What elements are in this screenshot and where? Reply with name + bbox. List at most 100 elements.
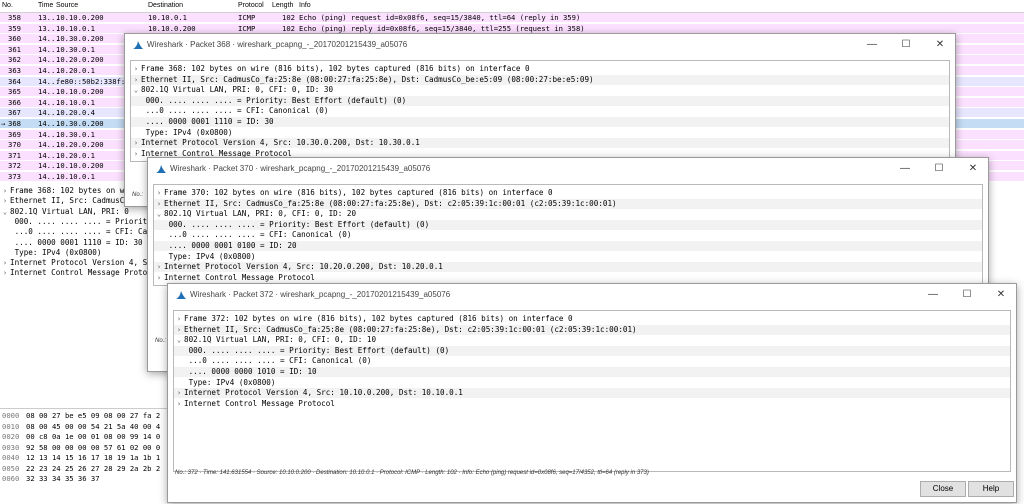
detail-line[interactable]: ...0 .... .... .... = CFI: Ca — [0, 227, 148, 237]
detail-line[interactable]: .... 0000 0000 1010 = ID: 10 — [174, 367, 1010, 377]
detail-line[interactable]: 000. .... .... .... = Priority: Best Eff… — [131, 95, 949, 106]
expand-arrow-icon[interactable]: › — [131, 75, 141, 85]
collapse-arrow-icon[interactable]: ⌄ — [174, 335, 184, 345]
col-time[interactable]: Time — [38, 2, 53, 9]
byte-offset: 0020 — [2, 432, 20, 441]
close-icon[interactable]: ✕ — [994, 288, 1008, 302]
expand-arrow-icon[interactable]: › — [131, 138, 141, 148]
detail-line[interactable]: › Ethernet II, Src: CadmusCo_fa:25:8e (08… — [154, 198, 982, 209]
detail-line[interactable]: Type: IPv4 (0x0800) — [131, 128, 949, 138]
col-protocol[interactable]: Protocol — [238, 2, 264, 9]
detail-line[interactable]: › Internet Control Message Protoc — [0, 268, 152, 278]
minimize-icon[interactable]: — — [898, 162, 912, 176]
detail-line[interactable]: › Ethernet II, Src: CadmusCo_ — [0, 196, 134, 206]
detail-text: ...0 .... .... .... = CFI: Canonical (0) — [164, 230, 352, 240]
byte-hex[interactable]: 00 c8 0a 1e 00 01 08 00 99 14 0 — [26, 432, 160, 441]
packet-cell-src: 10.30.0.200 — [56, 34, 104, 44]
detail-line[interactable]: › Internet Control Message Protocol — [174, 399, 1010, 409]
packet-cell-proto: ICMP — [238, 23, 256, 33]
detail-line[interactable]: › Internet Protocol Version 4, Src: 10.20… — [154, 262, 982, 273]
detail-line[interactable]: 000. .... .... .... = Priorit — [0, 217, 148, 227]
detail-line[interactable]: › Frame 368: 102 bytes on wire — [0, 186, 138, 196]
byte-hex[interactable]: 32 33 34 35 36 37 — [26, 474, 100, 483]
maximize-icon[interactable]: ☐ — [960, 288, 974, 302]
expand-arrow-icon[interactable]: › — [0, 186, 10, 196]
status-line: No.: — [155, 338, 167, 344]
detail-line[interactable]: ...0 .... .... .... = CFI: Canonical (0) — [131, 106, 949, 116]
title-bar[interactable]: Wireshark · Packet 368 · wireshark_pcapn… — [125, 34, 955, 56]
collapse-arrow-icon[interactable]: ⌄ — [0, 207, 10, 217]
close-button[interactable]: Close — [920, 481, 966, 497]
packet-cell-src: 10.10.0.200 — [56, 161, 104, 171]
detail-line[interactable]: 000. .... .... .... = Priority: Best Eff… — [174, 345, 1010, 356]
expand-arrow-icon[interactable]: › — [0, 258, 10, 268]
detail-line[interactable]: › Internet Protocol Version 4, Src: 10.10… — [174, 388, 1010, 399]
expand-arrow-icon[interactable]: › — [174, 325, 184, 335]
detail-line[interactable]: › Frame 370: 102 bytes on wire (816 bits)… — [154, 188, 982, 198]
packet-cell-src: 10.20.0.1 — [56, 150, 95, 160]
help-button[interactable]: Help — [968, 481, 1014, 497]
col-info[interactable]: Info — [299, 2, 311, 9]
packet-cell-src: 10.20.0.200 — [56, 140, 104, 150]
detail-line[interactable]: ...0 .... .... .... = CFI: Canonical (0) — [174, 356, 1010, 366]
title-bar[interactable]: Wireshark · Packet 370 · wireshark_pcapn… — [148, 158, 988, 180]
detail-line[interactable]: › Internet Control Message Protocol — [154, 273, 982, 283]
detail-line[interactable]: › Internet Protocol Version 4, Src: 10.30… — [131, 138, 949, 149]
detail-line[interactable]: ⌄ 802.1Q Virtual LAN, PRI: 0, CFI: 0, ID:… — [174, 335, 1010, 345]
detail-line[interactable]: Type: IPv4 (0x0800) — [0, 248, 102, 258]
detail-line[interactable]: › Frame 372: 102 bytes on wire (816 bits)… — [174, 314, 1010, 324]
detail-line[interactable]: .... 0000 0001 1110 = ID: 30 — [0, 238, 143, 248]
title-bar[interactable]: Wireshark · Packet 372 · wireshark_pcapn… — [168, 284, 1016, 306]
byte-hex[interactable]: 92 58 00 00 00 00 57 61 02 00 0 — [26, 443, 160, 452]
expand-arrow-icon[interactable]: › — [174, 314, 184, 324]
detail-line[interactable]: .... 0000 0001 0100 = ID: 20 — [154, 241, 982, 251]
maximize-icon[interactable]: ☐ — [932, 162, 946, 176]
detail-line[interactable]: ⌄ 802.1Q Virtual LAN, PRI: 0, CFI: 0, ID:… — [154, 209, 982, 219]
expand-arrow-icon[interactable]: › — [154, 199, 164, 209]
byte-hex[interactable]: 12 13 14 15 16 17 18 19 1a 1b 1 — [26, 453, 160, 462]
byte-hex[interactable]: 22 23 24 25 26 27 28 29 2a 2b 2 — [26, 464, 160, 473]
detail-text: Type: IPv4 (0x0800) — [141, 127, 233, 137]
expand-arrow-icon[interactable]: › — [131, 149, 141, 159]
detail-line[interactable]: › Ethernet II, Src: CadmusCo_fa:25:8e (08… — [174, 324, 1010, 335]
detail-line[interactable]: .... 0000 0001 1110 = ID: 30 — [131, 117, 949, 127]
detail-line[interactable]: Type: IPv4 (0x0800) — [154, 252, 982, 262]
detail-line[interactable]: ...0 .... .... .... = CFI: Canonical (0) — [154, 230, 982, 240]
detail-line[interactable]: ⌄ 802.1Q Virtual LAN, PRI: 0, CFI: 0, ID:… — [131, 85, 949, 95]
close-icon[interactable]: ✕ — [933, 38, 947, 52]
detail-text: .... 0000 0001 0100 = ID: 20 — [164, 241, 297, 250]
col-length[interactable]: Length — [272, 2, 293, 9]
minimize-icon[interactable]: — — [865, 38, 879, 52]
detail-line[interactable]: › Internet Protocol Version 4, Sr — [0, 258, 152, 268]
col-source[interactable]: Source — [56, 2, 78, 9]
expand-arrow-icon[interactable]: › — [0, 268, 10, 278]
close-icon[interactable]: ✕ — [966, 162, 980, 176]
col-no[interactable]: No. — [2, 2, 13, 9]
expand-arrow-icon[interactable]: › — [154, 188, 164, 198]
collapse-arrow-icon[interactable]: ⌄ — [154, 209, 164, 219]
byte-hex[interactable]: 08 00 45 00 00 54 21 5a 40 00 4 — [26, 422, 160, 431]
maximize-icon[interactable]: ☐ — [899, 38, 913, 52]
expand-arrow-icon[interactable]: › — [174, 388, 184, 398]
detail-text: .... 0000 0001 1110 = ID: 30 — [141, 117, 274, 126]
detail-line[interactable]: Type: IPv4 (0x0800) — [174, 378, 1010, 388]
packet-row[interactable]: 359 13... 10.10.0.1 10.10.0.200 ICMP 102 Echo … — [0, 23, 1024, 33]
expand-arrow-icon[interactable]: › — [0, 196, 10, 206]
expand-arrow-icon[interactable]: › — [131, 64, 141, 74]
collapse-arrow-icon[interactable]: ⌄ — [131, 85, 141, 95]
byte-hex[interactable]: 08 00 27 be e5 09 08 00 27 fa 2 — [26, 411, 160, 420]
expand-arrow-icon[interactable]: › — [154, 273, 164, 283]
minimize-icon[interactable]: — — [926, 288, 940, 302]
expand-arrow-icon[interactable]: › — [154, 262, 164, 272]
detail-line[interactable]: › Ethernet II, Src: CadmusCo_fa:25:8e (08… — [131, 74, 949, 85]
detail-line[interactable]: ⌄ 802.1Q Virtual LAN, PRI: 0 — [0, 207, 129, 217]
packet-cell-src: 10.20.0.4 — [56, 108, 95, 118]
col-destination[interactable]: Destination — [148, 2, 183, 9]
detail-line[interactable]: › Frame 368: 102 bytes on wire (816 bits)… — [131, 64, 949, 74]
detail-text: 000. .... .... .... = Priority: Best Eff… — [141, 95, 407, 105]
packet-row[interactable]: 358 13... 10.10.0.200 10.10.0.1 ICMP 102 Echo … — [0, 13, 1024, 22]
detail-text: 802.1Q Virtual LAN, PRI: 0, CFI: 0, ID: … — [141, 85, 334, 95]
packet-cell-proto: ICMP — [238, 13, 256, 22]
expand-arrow-icon[interactable]: › — [174, 399, 184, 409]
detail-line[interactable]: 000. .... .... .... = Priority: Best Eff… — [154, 219, 982, 230]
